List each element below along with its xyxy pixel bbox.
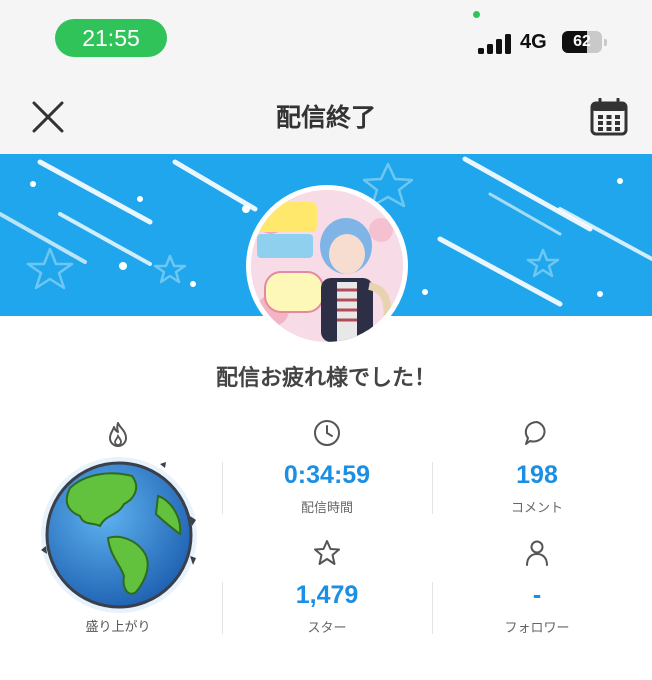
comment-count-label: コメント [510,501,563,516]
stream-thumbnail-avatar [246,185,408,347]
follower-count-label: フォロワー [504,621,570,636]
star-count-label: スター [307,621,347,636]
comment-count-value: 198 [516,461,558,489]
page-title: 配信終了 [275,103,376,132]
battery-level: 62 [573,33,591,50]
comment-icon [524,420,546,445]
status-time: 21:55 [55,19,167,57]
excitement-globe [41,457,197,613]
close-icon[interactable] [30,99,66,135]
battery-icon: 62 [562,31,607,53]
stream-duration-label: 配信時間 [300,501,353,516]
person-icon [526,540,548,566]
excitement-label: 盛り上がり [85,620,151,635]
star-icon [314,540,340,565]
privacy-indicator-dot [473,11,480,18]
stream-duration-value: 0:34:59 [283,461,371,489]
star-count-value: 1,479 [295,581,359,609]
clock-icon [314,420,340,446]
follower-count-value: - [532,581,542,609]
status-bar: 21:55 4G 62 [0,0,652,78]
header-bar: 配信終了 [0,78,652,154]
signal-icon [478,34,511,54]
network-type: 4G [520,31,547,53]
calendar-icon[interactable] [590,98,628,136]
flame-icon [109,422,127,447]
stream-finished-message: 配信お疲れ様でした！ [215,366,436,391]
